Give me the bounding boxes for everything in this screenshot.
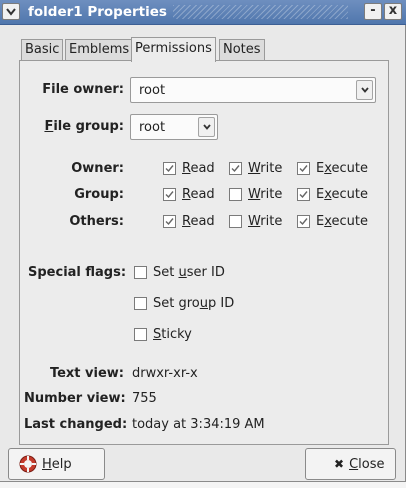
number-view-value: 755 [132,391,157,406]
execute-label: Execute [316,214,368,229]
group-write-checkbox[interactable]: Write [229,187,282,202]
checkbox-box [163,162,176,175]
set-group-id-checkbox[interactable]: Set group ID [134,296,234,311]
title-bar-texture [173,5,348,19]
window-bottom-edge [0,482,406,488]
owner-execute-checkbox[interactable]: Execute [297,161,368,176]
chevron-down-icon [203,124,211,130]
checkbox-box [297,188,310,201]
owner-write-checkbox[interactable]: Write [229,161,282,176]
file-group-value: root [139,120,166,135]
help-icon [19,455,37,473]
file-owner-value: root [139,83,166,98]
close-button[interactable]: ✖ Close [305,448,396,480]
file-owner-combo[interactable]: root [130,77,376,103]
execute-label: Execute [316,187,368,202]
set-user-id-label: Set user ID [153,265,225,280]
read-label: Read [182,187,215,202]
file-group-dropdown-button[interactable] [198,117,215,137]
others-read-checkbox[interactable]: Read [163,214,215,229]
chevron-down-icon [6,8,16,16]
write-label: Write [248,187,283,202]
check-icon [299,191,308,199]
checkbox-box [229,188,242,201]
others-write-checkbox[interactable]: Write [229,214,282,229]
permissions-panel: File owner: root File group: root Owner:… [19,60,389,445]
close-button-label: Close [349,456,385,472]
window-title: folder1 Properties [28,4,167,20]
check-icon [299,218,308,226]
group-permission-label: Group: [74,187,124,202]
chevron-down-icon [361,87,369,93]
checkbox-box [297,162,310,175]
checkbox-box [163,215,176,228]
close-window-button[interactable]: x [384,3,402,20]
properties-window: folder1 Properties - x Basic Emblems Per… [0,0,406,482]
check-icon [165,165,174,173]
checkbox-box [163,188,176,201]
write-label: Write [248,161,283,176]
check-icon [165,218,174,226]
file-group-label: File group: [44,119,124,134]
file-owner-dropdown-button[interactable] [356,80,373,100]
group-execute-checkbox[interactable]: Execute [297,187,368,202]
owner-read-checkbox[interactable]: Read [163,161,215,176]
sticky-checkbox[interactable]: Sticky [134,327,192,342]
file-group-combo[interactable]: root [130,114,218,140]
text-view-value: drwxr-xr-x [132,366,198,381]
read-label: Read [182,161,215,176]
others-execute-checkbox[interactable]: Execute [297,214,368,229]
last-changed-value: today at 3:34:19 AM [132,417,265,432]
tab-permissions[interactable]: Permissions [131,37,216,62]
checkbox-box [229,215,242,228]
tab-basic[interactable]: Basic [21,39,64,61]
check-icon [231,165,240,173]
tab-notes[interactable]: Notes [219,39,265,61]
tab-emblems[interactable]: Emblems [65,39,134,61]
execute-label: Execute [316,161,368,176]
checkbox-box [134,266,147,279]
owner-permission-label: Owner: [71,161,124,176]
checkbox-box [134,297,147,310]
check-icon [165,191,174,199]
special-flags-label: Special flags: [28,265,127,280]
read-label: Read [182,214,215,229]
check-icon [299,165,308,173]
window-menu-button[interactable] [2,3,20,20]
file-owner-label: File owner: [42,82,124,97]
set-user-id-checkbox[interactable]: Set user ID [134,265,225,280]
close-icon: ✖ [334,457,345,471]
text-view-label: Text view: [49,366,124,381]
minimize-button[interactable]: - [364,3,382,20]
title-bar[interactable]: folder1 Properties - x [0,0,406,25]
help-button[interactable]: Help [8,448,105,480]
write-label: Write [248,214,283,229]
checkbox-box [229,162,242,175]
others-permission-label: Others: [69,214,124,229]
set-group-id-label: Set group ID [153,296,235,311]
sticky-label: Sticky [153,327,192,342]
checkbox-box [297,215,310,228]
group-read-checkbox[interactable]: Read [163,187,215,202]
checkbox-box [134,328,147,341]
last-changed-label: Last changed: [24,417,128,432]
number-view-label: Number view: [24,391,126,406]
help-button-label: Help [42,456,72,472]
